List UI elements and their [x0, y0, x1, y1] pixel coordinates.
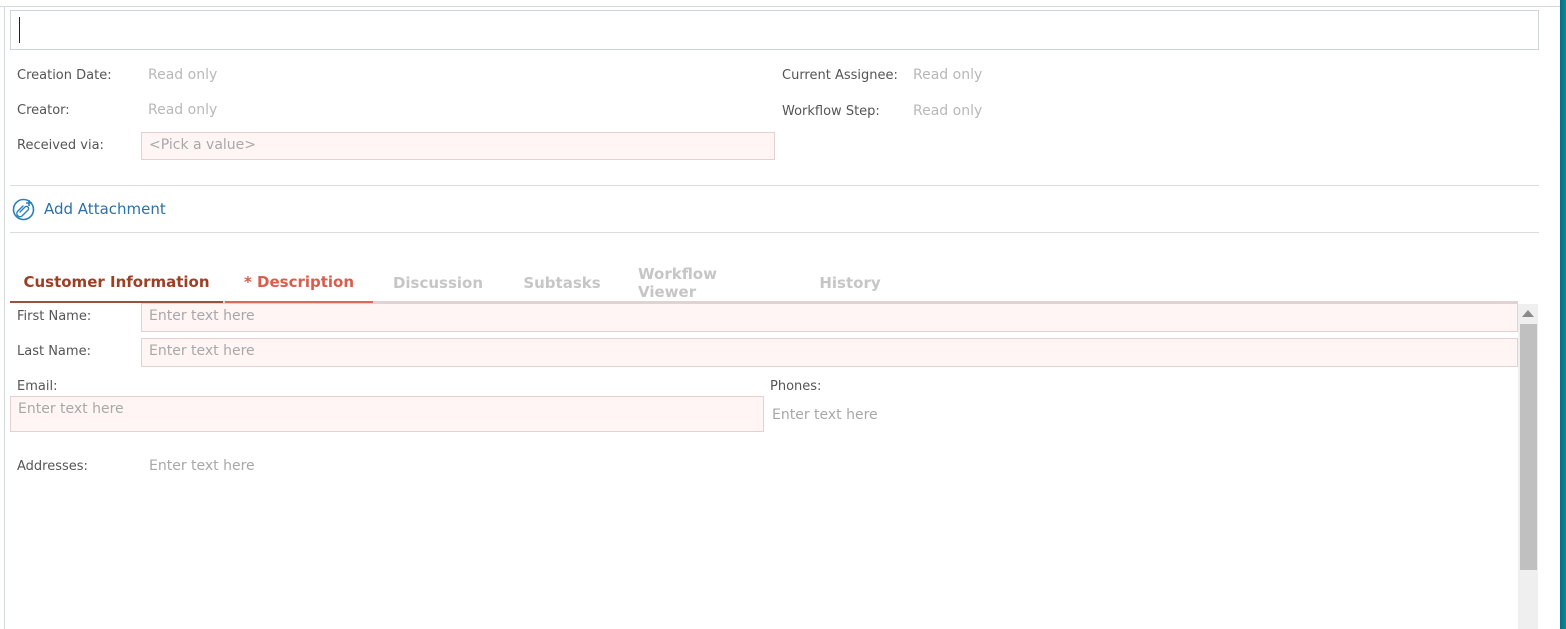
text-caret: [19, 17, 20, 43]
creation-date-value: Read only: [148, 67, 218, 83]
workflow-step-label: Workflow Step:: [782, 104, 880, 119]
tab-customer-information[interactable]: Customer Information: [10, 262, 223, 303]
vertical-scrollbar[interactable]: [1518, 304, 1538, 629]
phones-input[interactable]: Enter text here: [772, 407, 878, 423]
received-via-label: Received via:: [17, 138, 104, 153]
received-via-select[interactable]: <Pick a value>: [141, 132, 775, 160]
last-name-input[interactable]: Enter text here: [141, 338, 1518, 367]
workflow-step-value: Read only: [913, 103, 983, 119]
last-name-label: Last Name:: [17, 344, 91, 359]
tab-discussion[interactable]: Discussion: [390, 262, 486, 303]
first-name-label: First Name:: [17, 309, 92, 324]
window-edge: [1560, 0, 1566, 629]
first-name-input[interactable]: Enter text here: [141, 303, 1518, 332]
phones-label: Phones:: [770, 379, 822, 394]
divider: [10, 232, 1539, 233]
title-input[interactable]: [10, 10, 1539, 50]
addresses-label: Addresses:: [17, 459, 88, 474]
tab-history[interactable]: History: [812, 262, 888, 303]
left-border: [4, 7, 5, 629]
tab-description[interactable]: * Description: [225, 262, 373, 303]
divider: [10, 185, 1539, 186]
tab-subtasks[interactable]: Subtasks: [520, 262, 604, 303]
addresses-input[interactable]: Enter text here: [149, 458, 255, 474]
current-assignee-label: Current Assignee:: [782, 68, 898, 83]
add-attachment-button[interactable]: Add Attachment: [12, 197, 166, 221]
current-assignee-value: Read only: [913, 67, 983, 83]
creator-label: Creator:: [17, 103, 70, 118]
tab-workflow-viewer[interactable]: Workflow Viewer: [638, 262, 780, 303]
email-label: Email:: [17, 379, 58, 394]
scroll-up-arrow-icon[interactable]: [1522, 310, 1534, 317]
scroll-thumb[interactable]: [1520, 324, 1537, 570]
creator-value: Read only: [148, 102, 218, 118]
add-attachment-label: Add Attachment: [44, 200, 166, 218]
tab-bar: Customer Information * Description Discu…: [10, 262, 1518, 303]
paperclip-add-icon: [12, 198, 35, 221]
creation-date-label: Creation Date:: [17, 68, 112, 83]
email-input[interactable]: Enter text here: [10, 396, 764, 432]
top-divider: [0, 6, 1560, 7]
